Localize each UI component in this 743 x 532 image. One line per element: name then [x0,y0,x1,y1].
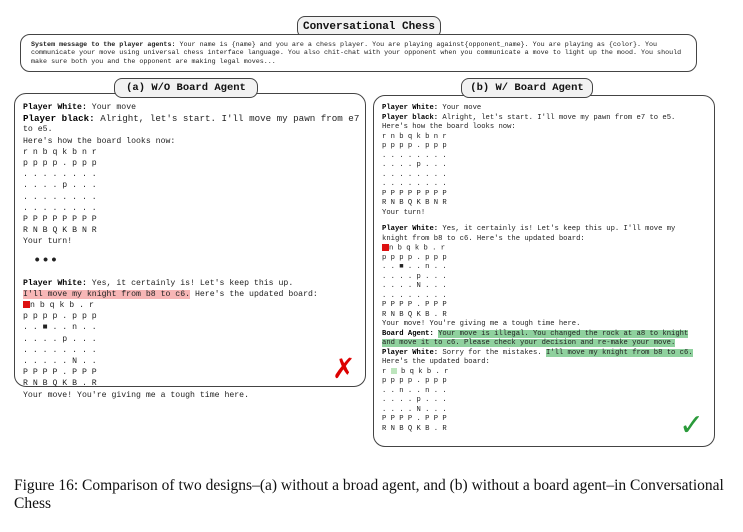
b-board2-row: . . . . p . . . [382,272,447,281]
b-board1-row: p p p p . p p p [382,142,447,150]
a-black-text-2: to e5. [23,125,53,135]
b-black-text: Alright, let's start. I'll move my pawn … [442,113,676,122]
b-empty-b8-marker [390,368,397,374]
b-board1-row: r n b q k b n r [382,132,447,141]
system-message-box: System message to the player agents: You… [20,34,697,72]
b-board-intro: Here's how the board looks now: [382,123,516,131]
a-board2-row: . . . . . . . . [23,345,97,355]
a-board2-row: . . . . . N . . [23,357,97,367]
a-white2-after: Here's the updated board: [194,289,318,299]
b-board3-row: R N B Q K B . R [382,424,447,433]
b-white2-text-1: Yes, it certainly is! Let's keep this up… [442,225,676,233]
a-board1-row: r n b q k b n r [23,147,97,157]
b-agent-name: Board Agent: [382,329,434,338]
b-white3-name: Player White: [382,348,439,357]
a-board1-row: . . . . . . . . [23,203,97,213]
system-message-label: System message to the player agents: [31,41,176,49]
b-board2-row: . . . . . . . . [382,291,447,300]
figure-caption: Figure 16: Comparison of two designs–(a)… [14,477,724,512]
a-board1-row: . . . . . . . . [23,192,97,202]
a-board2-row: p p p p . p p p [23,312,97,322]
b-agent-text-1: Your move is illegal. You changed the ro… [438,329,689,338]
b-board2-row: R N B Q K B . R [382,310,447,319]
b-board3-row: P P P P . P P P [382,415,447,424]
a-board1-row: . . . . . . . . [23,170,97,180]
b-board3-first: r [382,367,387,376]
panel-a-transcript: Player White: Your move Player black: Al… [23,102,359,401]
b-board1-row: . . . . p . . . [382,161,447,169]
a-black-text-1: Alright, let's start. I'll move my pawn … [100,113,360,125]
cross-mark-icon: ✗ [332,352,356,385]
b-board1-row: . . . . . . . . [382,180,447,188]
b-board3-row: . . . . p . . . [382,396,447,405]
b-agent-text-2: and move it to c6. Please check your dec… [382,339,676,348]
a-board2-row: R N B Q K B . R [23,379,97,389]
b-board1-row: R N B Q K B N R [382,199,447,207]
b-white1-name: Player White: [382,104,439,112]
a-board2-row: . . ■ . . n . . [23,323,97,333]
a-white1-name: Player White: [23,103,87,112]
b-your-turn: Your turn! [382,208,426,217]
b-board2-row: p p p p . p p p [382,253,447,262]
b-board1-row: P P P P P P P P [382,189,447,198]
a-board2-row: . . . . p . . . [23,334,97,344]
b-white3-text: Sorry for the mistakes. [442,348,542,357]
b-black-name: Player black: [382,113,439,122]
b-white2-name: Player White: [382,225,439,233]
b-board2-row: . . . . N . . . [382,282,447,291]
a-board1-row: P P P P P P P P [23,215,97,225]
panel-b-transcript: Player White: Your move Player black: Al… [382,104,693,434]
b-board1-row: . . . . . . . . [382,151,447,160]
a-white2-name: Player White: [23,278,87,288]
b-board1-row: . . . . . . . . [382,170,447,179]
check-mark-icon: ✓ [679,408,705,443]
panel-b-label: (b) W/ Board Agent [461,78,593,98]
b-board3-row: . . . . N . . . [382,405,447,414]
a-board1-row: R N B Q K B N R [23,226,97,236]
b-white3-highlight: I'll move my knight from b8 to c6. [545,348,693,357]
b-board2-row: . . ■ . . n . . [382,263,447,272]
panel-a-label: (a) W/O Board Agent [114,78,258,98]
a-ellipsis: ••• [33,252,59,269]
b-board3-rest: b q k b . r [400,367,449,376]
a-closing: Your move! You're giving me a tough time… [23,390,250,400]
b-white2-text-2: knight from b8 to c6. Here's the updated… [382,234,585,243]
a-white2-highlight: I'll move my knight from b8 to c6. [23,289,191,299]
a-your-turn: Your turn! [23,237,73,247]
a-board-intro: Here's how the board looks now: [23,136,176,146]
a-board2-row: P P P P . P P P [23,368,97,378]
b-board2-row: P P P P . P P P [382,301,447,310]
a-board1-row: p p p p . p p p [23,159,97,169]
b-board2-first: n b q k b . r [389,244,446,253]
a-black-name: Player black: [23,113,95,125]
a-board1-row: . . . . p . . . [23,181,97,191]
b-illegal-knight-marker [382,244,389,251]
a-board2-first: n b q k b . r [30,301,94,311]
b-white1-text: Your move [442,104,482,112]
b-reply: Your move! You're giving me a tough time… [382,320,581,329]
a-illegal-knight-marker [23,301,30,309]
a-white2-text: Yes, it certainly is! Let's keep this up… [91,278,294,288]
a-white1-text: Your move [91,103,137,112]
b-board3-row: p p p p . p p p [382,377,447,386]
b-board3-row: . . n . . n . . [382,386,447,395]
b-white3-after: Here's the updated board: [382,358,490,367]
